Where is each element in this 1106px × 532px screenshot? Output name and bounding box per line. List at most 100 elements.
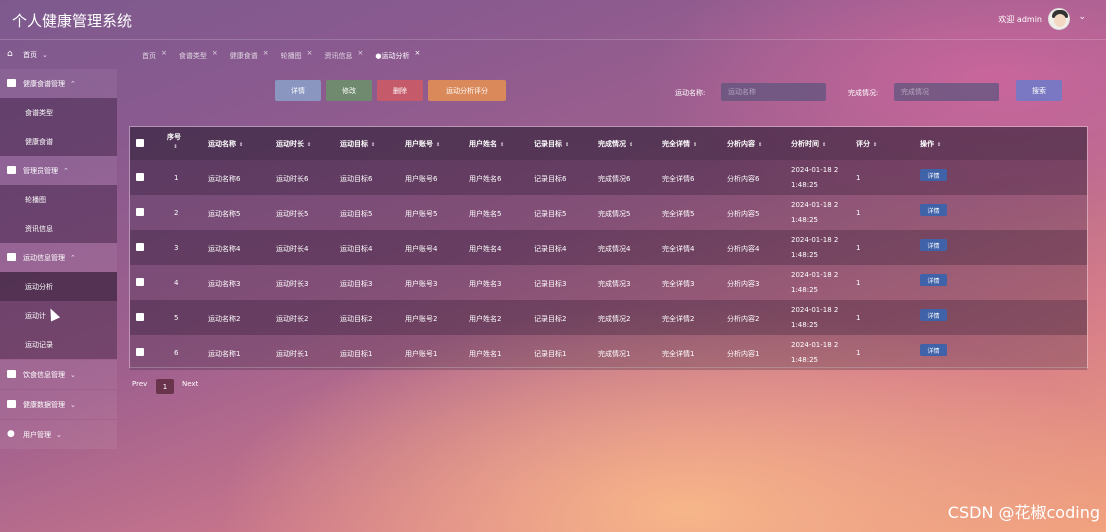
sidebar-group-users[interactable]: ● 用户管理 ⌄: [0, 420, 117, 449]
close-icon[interactable]: ×: [212, 49, 218, 57]
header-username[interactable]: 用户姓名 ⇕: [469, 139, 504, 149]
table-row[interactable]: 6 运动名称1 运动时长1 运动目标1 用户账号1 用户姓名1 记录目标1 完成情况1 完全详情…: [130, 335, 1087, 370]
sort-icon: ⇕: [873, 142, 878, 148]
close-icon[interactable]: ×: [263, 49, 269, 57]
row-detail-button[interactable]: 详情: [920, 344, 947, 356]
header-score[interactable]: 评分 ⇕: [856, 139, 877, 149]
sidebar-item-healthy-recipe[interactable]: 健康食谱: [0, 127, 117, 156]
header-status[interactable]: 完成情况 ⇕: [598, 139, 633, 149]
sidebar-item-label: 运动信息管理: [23, 253, 65, 262]
delete-button[interactable]: 删除: [377, 80, 423, 101]
table-row[interactable]: 1 运动名称6 运动时长6 运动目标6 用户账号6 用户姓名6 记录目标6 完成情况6 完全详情…: [130, 160, 1087, 195]
row-detail-button[interactable]: 详情: [920, 204, 947, 216]
table-cell: 运动目标1: [340, 350, 373, 358]
sidebar-item-label: 食谱类型: [25, 108, 53, 117]
search-button[interactable]: 搜索: [1016, 80, 1062, 101]
sidebar-group-health-data[interactable]: 健康数据管理 ⌄: [0, 390, 117, 419]
table-row[interactable]: 3 运动名称4 运动时长4 运动目标4 用户账号4 用户姓名4 记录目标4 完成情况4 完全详情…: [130, 230, 1087, 265]
header-duration[interactable]: 运动时长 ⇕: [276, 139, 311, 149]
table-cell: 完全详情6: [662, 175, 695, 183]
score-button[interactable]: 运动分析评分: [428, 80, 506, 101]
table-cell-time-line1: 2024-01-18 2: [791, 236, 839, 244]
sidebar-item-exercise-record[interactable]: 运动记录: [0, 330, 117, 359]
row-checkbox[interactable]: [136, 208, 144, 216]
row-checkbox[interactable]: [136, 173, 144, 181]
sidebar-item-home[interactable]: ⌂ 首页 ⌄: [0, 40, 117, 69]
table-cell: 运动时长3: [276, 280, 309, 288]
page-number-button[interactable]: 1: [156, 379, 174, 394]
table-cell: 用户账号3: [405, 280, 438, 288]
tab-recipe-type[interactable]: 食谱类型 ×: [179, 49, 218, 63]
row-checkbox[interactable]: [136, 313, 144, 321]
header-time[interactable]: 分析时间 ⇕: [791, 139, 826, 149]
avatar[interactable]: [1048, 8, 1070, 30]
table-cell: 分析内容4: [727, 245, 760, 253]
header-index[interactable]: 序号 ⇕: [167, 132, 181, 150]
table-cell: 运动目标5: [340, 210, 373, 218]
table-row[interactable]: 4 运动名称3 运动时长3 运动目标3 用户账号3 用户姓名3 记录目标3 完成情况3 完全详情…: [130, 265, 1087, 300]
tab-carousel[interactable]: 轮播图 ×: [281, 49, 313, 63]
table-cell: 用户姓名4: [469, 245, 502, 253]
table-cell-score: 1: [856, 209, 861, 217]
tab-news[interactable]: 资讯信息 ×: [325, 49, 364, 63]
next-page-button[interactable]: Next: [182, 380, 198, 388]
table-cell: 完全详情1: [662, 350, 695, 358]
sort-icon: ⇕: [239, 142, 244, 148]
data-table: 序号 ⇕ 运动名称 ⇕ 运动时长 ⇕ 运动目标 ⇕ 用户账号 ⇕ 用户姓名 ⇕ 记录目标 ⇕ …: [129, 126, 1088, 370]
header-goal[interactable]: 运动目标 ⇕: [340, 139, 375, 149]
table-cell: 2: [174, 209, 179, 217]
prev-page-button[interactable]: Prev: [132, 380, 147, 388]
table-cell: 分析内容1: [727, 350, 760, 358]
select-all-checkbox[interactable]: [136, 139, 144, 147]
chevron-down-icon[interactable]: ⌄: [1078, 12, 1086, 22]
row-checkbox[interactable]: [136, 278, 144, 286]
tab-home[interactable]: 首页 ×: [142, 49, 167, 63]
table-cell: 用户姓名5: [469, 210, 502, 218]
status-search-input[interactable]: 完成情况: [894, 83, 999, 101]
header-record-goal[interactable]: 记录目标 ⇕: [534, 139, 569, 149]
table-row[interactable]: 5 运动名称2 运动时长2 运动目标2 用户账号2 用户姓名2 记录目标2 完成情况2 完全详情…: [130, 300, 1087, 335]
header-full-detail[interactable]: 完全详情 ⇕: [662, 139, 697, 149]
header-name[interactable]: 运动名称 ⇕: [208, 139, 243, 149]
close-icon[interactable]: ×: [161, 49, 167, 57]
table-cell: 记录目标6: [534, 175, 567, 183]
table-row[interactable]: 2 运动名称5 运动时长5 运动目标5 用户账号5 用户姓名5 记录目标5 完成情况5 完全详情…: [130, 195, 1087, 230]
sidebar-group-exercise[interactable]: 运动信息管理 ⌃: [0, 243, 117, 272]
app-title: 个人健康管理系统: [12, 12, 133, 30]
sidebar-item-carousel[interactable]: 轮播图: [0, 185, 117, 214]
edit-button[interactable]: 修改: [326, 80, 372, 101]
row-checkbox[interactable]: [136, 348, 144, 356]
close-icon[interactable]: ×: [358, 49, 364, 57]
table-cell-time-line1: 2024-01-18 2: [791, 271, 839, 279]
tab-healthy-recipe[interactable]: 健康食谱 ×: [230, 49, 269, 63]
sidebar-item-exercise-analysis[interactable]: 运动分析: [0, 272, 117, 301]
sidebar-group-recipes[interactable]: 健康食谱管理 ⌃: [0, 69, 117, 98]
table-cell: 运动目标4: [340, 245, 373, 253]
chevron-up-icon: ⌃: [63, 166, 69, 175]
table-cell: 用户账号6: [405, 175, 438, 183]
header-account[interactable]: 用户账号 ⇕: [405, 139, 440, 149]
header-analysis[interactable]: 分析内容 ⇕: [727, 139, 762, 149]
table-cell: 运动时长2: [276, 315, 309, 323]
sidebar-group-admin[interactable]: 管理员管理 ⌃: [0, 156, 117, 185]
tab-bar: 首页 × 食谱类型 × 健康食谱 × 轮播图 × 资讯信息 × ●运动分析 ×: [142, 49, 432, 63]
name-search-input[interactable]: 运动名称: [721, 83, 826, 101]
row-detail-button[interactable]: 详情: [920, 169, 947, 181]
row-checkbox[interactable]: [136, 243, 144, 251]
table-cell: 用户姓名6: [469, 175, 502, 183]
close-icon[interactable]: ×: [307, 49, 313, 57]
table-cell: 用户姓名2: [469, 315, 502, 323]
sidebar-item-recipe-type[interactable]: 食谱类型: [0, 98, 117, 127]
sidebar-item-label: 首页: [23, 50, 37, 59]
table-cell: 用户账号4: [405, 245, 438, 253]
row-detail-button[interactable]: 详情: [920, 274, 947, 286]
close-icon[interactable]: ×: [414, 49, 420, 57]
sidebar-group-diet[interactable]: 饮食信息管理 ⌄: [0, 360, 117, 389]
table-cell: 完全详情3: [662, 280, 695, 288]
tab-exercise-analysis[interactable]: ●运动分析 ×: [375, 49, 420, 63]
sidebar-item-news[interactable]: 资讯信息: [0, 214, 117, 243]
row-detail-button[interactable]: 详情: [920, 239, 947, 251]
sort-icon: ⇕: [822, 142, 827, 148]
detail-button[interactable]: 详情: [275, 80, 321, 101]
row-detail-button[interactable]: 详情: [920, 309, 947, 321]
